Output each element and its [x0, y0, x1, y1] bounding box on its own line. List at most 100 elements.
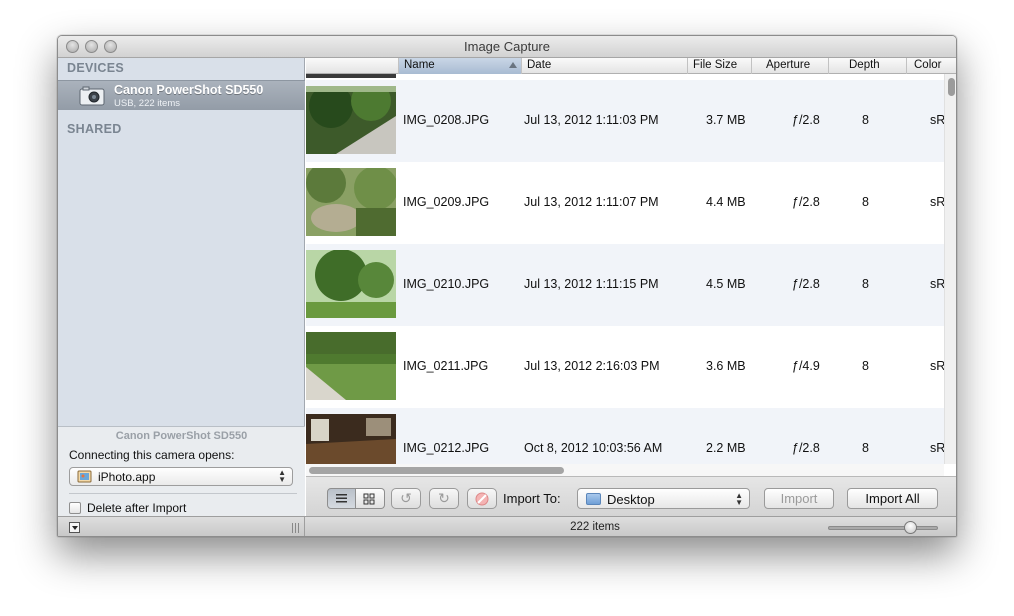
cell-color: sR [930, 441, 944, 455]
column-header-aperture[interactable]: Aperture [751, 58, 828, 74]
device-subtitle: USB, 222 items [114, 98, 180, 109]
image-list-pane: Name Date File Size Aperture Depth Color… [306, 58, 956, 516]
opens-label: Connecting this camera opens: [69, 448, 235, 462]
rotate-left-icon: ↺ [400, 490, 412, 506]
cell-depth: 8 [862, 113, 869, 127]
cell-name: IMG_0212.JPG [403, 441, 490, 455]
column-header-file-size[interactable]: File Size [687, 58, 751, 74]
horizontal-scroll-thumb[interactable] [309, 467, 564, 474]
column-header-color[interactable]: Color [906, 58, 956, 74]
table-row[interactable]: IMG_0212.JPG Oct 8, 2012 10:03:56 AM 2.2… [306, 408, 944, 464]
image-list: IMG_0208.JPG Jul 13, 2012 1:11:03 PM 3.7… [306, 74, 944, 464]
horizontal-scrollbar[interactable] [306, 464, 944, 476]
cell-color: sR [930, 277, 944, 291]
select-arrows-icon: ▲ ▼ [278, 468, 286, 484]
image-capture-window: Image Capture DEVICES Canon PowerShot SD… [57, 35, 957, 537]
cell-name: IMG_0208.JPG [403, 113, 490, 127]
cell-size: 3.6 MB [706, 359, 746, 373]
select-arrows-icon: ▲ ▼ [735, 491, 743, 507]
column-header-date[interactable]: Date [521, 58, 687, 74]
sort-ascending-icon [509, 62, 517, 68]
cell-depth: 8 [862, 441, 869, 455]
cell-date: Oct 8, 2012 10:03:56 AM [524, 441, 663, 455]
table-row[interactable]: IMG_0209.JPG Jul 13, 2012 1:11:07 PM 4.4… [306, 162, 944, 244]
delete-after-import-label: Delete after Import [87, 501, 187, 515]
column-header-row: Name Date File Size Aperture Depth Color [306, 58, 956, 74]
vertical-scrollbar[interactable] [944, 74, 956, 464]
thumbnail [306, 414, 396, 464]
cell-size: 4.4 MB [706, 195, 746, 209]
opens-app-value: iPhoto.app [98, 470, 156, 484]
cell-date: Jul 13, 2012 2:16:03 PM [524, 359, 660, 373]
camera-icon [79, 86, 105, 106]
rotate-right-icon: ↻ [438, 490, 450, 506]
list-view-button[interactable] [327, 488, 356, 509]
cell-aperture: ƒ/2.8 [792, 195, 820, 209]
import-toolbar: ↺ ↻ Import To: Desktop ▲ ▼ Import Import … [306, 476, 956, 516]
vertical-scroll-thumb[interactable] [948, 78, 955, 96]
delete-after-import-checkbox[interactable] [69, 502, 81, 514]
cell-name: IMG_0209.JPG [403, 195, 490, 209]
list-view-icon [336, 494, 347, 503]
cell-size: 4.5 MB [706, 277, 746, 291]
status-bar: 222 items [58, 516, 956, 536]
cell-aperture: ƒ/2.8 [792, 277, 820, 291]
title-bar: Image Capture [58, 36, 956, 58]
rotate-right-button[interactable]: ↻ [429, 488, 459, 509]
sidebar: DEVICES Canon PowerShot SD550 USB, 222 i… [58, 58, 305, 516]
thumbnail [306, 168, 396, 236]
cell-name: IMG_0210.JPG [403, 277, 490, 291]
panel-device-title: Canon PowerShot SD550 [115, 430, 248, 442]
column-header-name[interactable]: Name [398, 58, 521, 74]
import-destination-select[interactable]: Desktop ▲ ▼ [577, 488, 750, 509]
opens-app-select[interactable]: iPhoto.app ▲ ▼ [69, 467, 293, 486]
grid-view-icon [363, 493, 375, 505]
cell-name: IMG_0211.JPG [403, 359, 489, 373]
thumbnail [306, 86, 396, 154]
table-row[interactable]: IMG_0211.JPG Jul 13, 2012 2:16:03 PM 3.6… [306, 326, 944, 408]
thumbnail [306, 332, 396, 400]
import-to-label: Import To: [503, 491, 561, 506]
device-name: Canon PowerShot SD550 [114, 83, 264, 97]
import-destination-value: Desktop [607, 492, 655, 507]
table-row[interactable]: IMG_0208.JPG Jul 13, 2012 1:11:03 PM 3.7… [306, 80, 944, 162]
rotate-left-button[interactable]: ↺ [391, 488, 421, 509]
shared-header: SHARED [67, 122, 122, 136]
cell-size: 3.7 MB [706, 113, 746, 127]
folder-icon [586, 493, 601, 505]
thumbnail [306, 74, 396, 78]
cell-color: sR [930, 359, 944, 373]
cell-date: Jul 13, 2012 1:11:03 PM [524, 113, 659, 127]
device-menu-button[interactable] [69, 522, 80, 533]
cell-size: 2.2 MB [706, 441, 746, 455]
cell-date: Jul 13, 2012 1:11:15 PM [524, 277, 659, 291]
devices-header: DEVICES [67, 61, 124, 75]
cell-color: sR [930, 113, 944, 127]
iphoto-icon [77, 470, 92, 483]
cell-aperture: ƒ/2.8 [792, 113, 820, 127]
cell-color: sR [930, 195, 944, 209]
thumbnail-size-slider[interactable] [828, 526, 938, 530]
window-title: Image Capture [464, 39, 550, 54]
sidebar-resize-grip-icon[interactable] [292, 523, 299, 533]
device-settings-panel: Canon PowerShot SD550 Connecting this ca… [58, 426, 305, 516]
table-row[interactable]: IMG_0210.JPG Jul 13, 2012 1:11:15 PM 4.5… [306, 244, 944, 326]
item-count: 222 items [570, 521, 620, 533]
cell-depth: 8 [862, 195, 869, 209]
divider [69, 493, 297, 494]
cell-aperture: ƒ/2.8 [792, 441, 820, 455]
grid-view-button[interactable] [356, 488, 385, 509]
import-all-button[interactable]: Import All [847, 488, 938, 509]
thumbnail-size-slider-knob[interactable] [904, 521, 917, 534]
delete-button[interactable] [467, 488, 497, 509]
column-header-depth[interactable]: Depth [828, 58, 906, 74]
thumbnail [306, 250, 396, 318]
cell-depth: 8 [862, 277, 869, 291]
import-button[interactable]: Import [764, 488, 834, 509]
cell-depth: 8 [862, 359, 869, 373]
delete-icon [475, 492, 489, 506]
column-header-thumbnail [306, 58, 398, 74]
sidebar-footer [58, 517, 305, 536]
cell-aperture: ƒ/4.9 [792, 359, 820, 373]
sidebar-item-camera[interactable]: Canon PowerShot SD550 USB, 222 items [58, 80, 305, 110]
